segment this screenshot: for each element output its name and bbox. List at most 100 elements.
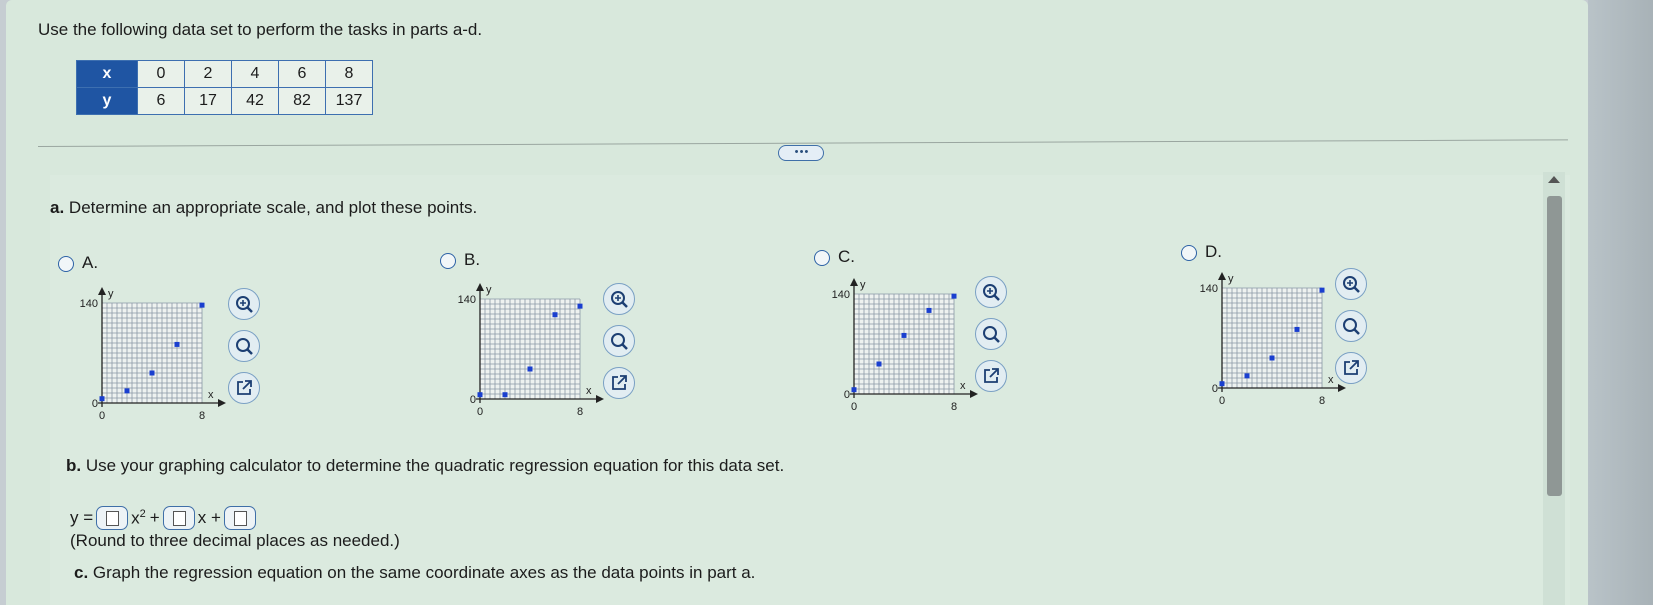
option-c-graph: y 140 0 x 0 8 bbox=[832, 278, 978, 413]
y-axis-arrow-icon bbox=[850, 278, 858, 286]
plus-sign: + bbox=[149, 508, 160, 527]
y-axis-arrow-icon bbox=[1218, 272, 1226, 280]
y-tick-label: 140 bbox=[458, 294, 476, 306]
y-tick-label: 0 bbox=[470, 394, 476, 406]
coefficient-c-input[interactable] bbox=[223, 506, 256, 530]
option-c-label[interactable]: C. bbox=[838, 247, 855, 267]
scroll-up-arrow-icon[interactable] bbox=[1548, 176, 1560, 183]
zoom-in-icon bbox=[236, 296, 253, 313]
option-a-graph: y 140 0 x 0 8 bbox=[80, 287, 226, 422]
rounding-note: (Round to three decimal places as needed… bbox=[70, 531, 400, 550]
zoom-out-icon bbox=[611, 333, 628, 350]
zoom-out-button[interactable] bbox=[975, 318, 1007, 350]
option-a-label[interactable]: A. bbox=[82, 253, 98, 273]
option-d-radio[interactable] bbox=[1181, 245, 1197, 261]
zoom-out-button[interactable] bbox=[1335, 310, 1367, 342]
x-axis-label: x bbox=[208, 389, 214, 401]
data-point bbox=[1244, 373, 1250, 379]
expand-more-button[interactable]: • • • bbox=[778, 145, 824, 161]
x-term: x + bbox=[197, 508, 221, 527]
data-point bbox=[199, 302, 205, 308]
zoom-out-button[interactable] bbox=[603, 325, 635, 357]
x-cell: 2 bbox=[184, 60, 232, 88]
part-b-text: Use your graphing calculator to determin… bbox=[85, 456, 785, 475]
x-axis-label: x bbox=[586, 385, 592, 397]
open-external-icon bbox=[237, 380, 252, 395]
y-tick-label: 0 bbox=[1212, 383, 1218, 395]
y-cell: 17 bbox=[184, 87, 232, 115]
data-point bbox=[901, 332, 907, 338]
zoom-in-button[interactable] bbox=[1335, 268, 1367, 300]
x-cell: 4 bbox=[231, 60, 279, 88]
open-external-button[interactable] bbox=[228, 372, 260, 404]
option-c-radio[interactable] bbox=[814, 250, 830, 266]
x-cell: 8 bbox=[325, 60, 373, 88]
y-axis-arrow-icon bbox=[98, 287, 106, 295]
y-cell: 42 bbox=[231, 87, 279, 115]
x-axis-arrow-icon bbox=[970, 390, 978, 398]
data-point bbox=[149, 370, 155, 376]
y-axis-label: y bbox=[860, 279, 866, 291]
y-cell: 82 bbox=[278, 87, 326, 115]
x-squared-term: x2 bbox=[131, 508, 146, 529]
data-point bbox=[577, 303, 583, 309]
zoom-in-button[interactable] bbox=[603, 283, 635, 315]
part-b-letter: b. bbox=[66, 456, 82, 475]
option-d-graph: y 140 0 x 0 8 bbox=[1200, 272, 1346, 407]
y-tick-label: 0 bbox=[92, 398, 98, 410]
open-external-icon bbox=[984, 368, 999, 383]
data-point bbox=[876, 361, 882, 367]
data-point bbox=[1269, 355, 1275, 361]
equation-prefix: y = bbox=[70, 508, 94, 527]
x-axis-label: x bbox=[960, 380, 966, 392]
window-edge bbox=[1588, 0, 1653, 605]
zoom-in-icon bbox=[1343, 276, 1360, 293]
x-var: x bbox=[131, 508, 140, 528]
zoom-in-icon bbox=[983, 284, 1000, 301]
part-a-prompt: a. Determine an appropriate scale, and p… bbox=[50, 198, 477, 218]
x-tick-label: 0 bbox=[1219, 395, 1225, 407]
data-point bbox=[1294, 326, 1300, 332]
zoom-out-icon bbox=[236, 338, 253, 355]
scrollbar-thumb[interactable] bbox=[1547, 196, 1562, 496]
option-b-graph: y 140 0 x 0 8 bbox=[458, 283, 604, 418]
x-tick-label: 8 bbox=[1319, 395, 1325, 407]
table-row-y: y 6 17 42 82 137 bbox=[76, 87, 373, 115]
coefficient-b-input[interactable] bbox=[162, 506, 195, 530]
coefficient-a-input[interactable] bbox=[96, 506, 129, 530]
part-c-text: Graph the regression equation on the sam… bbox=[92, 563, 756, 582]
open-external-button[interactable] bbox=[975, 360, 1007, 392]
zoom-out-icon bbox=[1343, 318, 1360, 335]
x-cell: 6 bbox=[278, 60, 326, 88]
y-cell: 137 bbox=[325, 87, 373, 115]
open-external-button[interactable] bbox=[603, 367, 635, 399]
x-axis-arrow-icon bbox=[596, 395, 604, 403]
x-tick-label: 0 bbox=[851, 401, 857, 413]
part-c-prompt: c. Graph the regression equation on the … bbox=[74, 563, 755, 583]
y-cell: 6 bbox=[137, 87, 185, 115]
y-tick-label: 140 bbox=[1200, 283, 1218, 295]
zoom-out-button[interactable] bbox=[228, 330, 260, 362]
data-point bbox=[1319, 287, 1325, 293]
option-d-label[interactable]: D. bbox=[1205, 242, 1222, 262]
data-table: x 0 2 4 6 8 y 6 17 42 82 137 bbox=[76, 60, 373, 115]
y-tick-label: 140 bbox=[832, 289, 850, 301]
x-cell: 0 bbox=[137, 60, 185, 88]
x-axis-label: x bbox=[1328, 374, 1334, 386]
x-axis-arrow-icon bbox=[218, 399, 226, 407]
exponent: 2 bbox=[139, 507, 146, 520]
open-external-icon bbox=[612, 375, 627, 390]
y-tick-label: 0 bbox=[844, 389, 850, 401]
option-a-radio[interactable] bbox=[58, 256, 74, 272]
option-b-radio[interactable] bbox=[440, 253, 456, 269]
zoom-in-button[interactable] bbox=[975, 276, 1007, 308]
zoom-in-button[interactable] bbox=[228, 288, 260, 320]
y-axis-label: y bbox=[1228, 273, 1234, 285]
option-b-label[interactable]: B. bbox=[464, 250, 480, 270]
x-tick-label: 8 bbox=[951, 401, 957, 413]
x-tick-label: 0 bbox=[99, 410, 105, 422]
zoom-out-icon bbox=[983, 326, 1000, 343]
x-tick-label: 0 bbox=[477, 406, 483, 418]
open-external-button[interactable] bbox=[1335, 352, 1367, 384]
x-tick-label: 8 bbox=[577, 406, 583, 418]
